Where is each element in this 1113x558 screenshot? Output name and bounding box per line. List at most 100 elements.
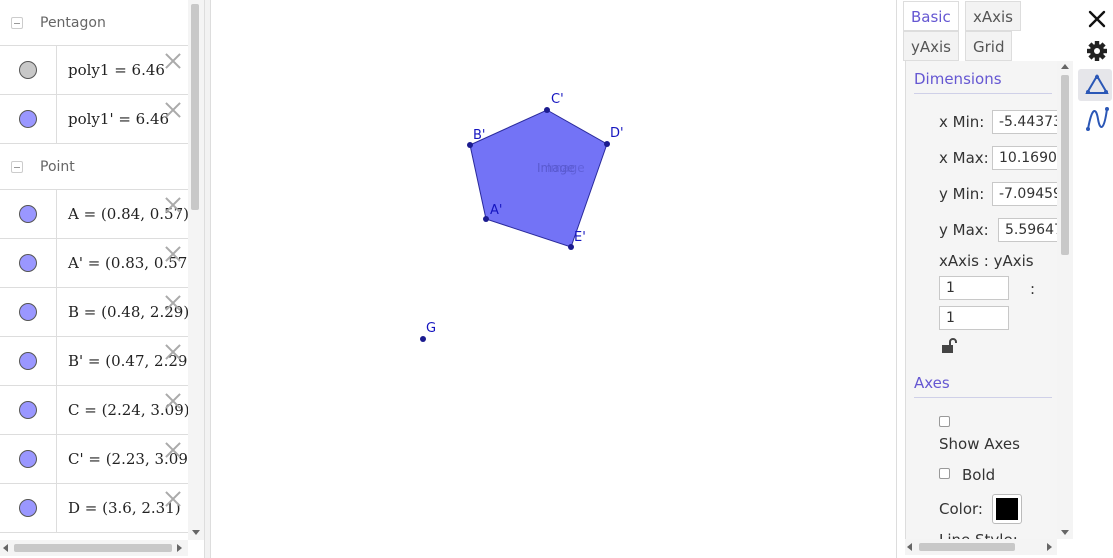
line-style-label: Line Style: bbox=[939, 531, 1018, 539]
scrollbar-thumb[interactable] bbox=[191, 4, 199, 210]
group-label: Pentagon bbox=[40, 15, 106, 31]
scroll-right-icon[interactable] bbox=[177, 544, 182, 552]
x-max-label: x Max: bbox=[939, 149, 989, 167]
triangle-icon bbox=[1085, 74, 1109, 94]
x-max-input[interactable]: 10.16901 bbox=[992, 146, 1058, 170]
visibility-toggle[interactable] bbox=[19, 110, 37, 128]
scroll-left-icon[interactable] bbox=[907, 543, 912, 551]
scroll-down-icon[interactable] bbox=[192, 530, 200, 535]
y-min-input[interactable]: -7.09459 bbox=[992, 182, 1058, 206]
list-item[interactable]: poly1' = 6.46 bbox=[0, 95, 188, 144]
delete-icon[interactable] bbox=[164, 245, 182, 263]
algebra-vertical-scrollbar[interactable] bbox=[188, 0, 204, 540]
marker-cell bbox=[0, 46, 57, 94]
bold-label: Bold bbox=[962, 466, 996, 484]
group-header-pentagon[interactable]: Pentagon bbox=[0, 0, 188, 46]
graphics-canvas[interactable]: Image Image A' B' C' D' E' G bbox=[211, 0, 896, 558]
point-label: E' bbox=[574, 230, 586, 245]
graphics-view-button[interactable] bbox=[1078, 69, 1112, 101]
point-c-prime[interactable] bbox=[544, 107, 550, 113]
visibility-toggle[interactable] bbox=[19, 254, 37, 272]
visibility-toggle[interactable] bbox=[19, 450, 37, 468]
visibility-toggle[interactable] bbox=[19, 61, 37, 79]
color-swatch-fill bbox=[996, 498, 1018, 520]
scrollbar-thumb[interactable] bbox=[1061, 75, 1069, 255]
algebra-view: Pentagon poly1 = 6.46 poly1' = 6.46 Poin… bbox=[0, 0, 204, 558]
close-button[interactable] bbox=[1078, 2, 1112, 34]
delete-icon[interactable] bbox=[164, 441, 182, 459]
list-item[interactable]: A = (0.84, 0.57) bbox=[0, 190, 188, 239]
ratio-y-input[interactable]: 1 bbox=[939, 306, 1009, 330]
collapse-icon[interactable] bbox=[11, 17, 23, 29]
scroll-up-icon[interactable] bbox=[1061, 64, 1069, 69]
list-item[interactable]: C = (2.24, 3.09) bbox=[0, 386, 188, 435]
point-label: C' bbox=[551, 92, 564, 107]
list-item[interactable]: B' = (0.47, 2.29) bbox=[0, 337, 188, 386]
list-item[interactable]: D = (3.6, 2.31) bbox=[0, 484, 188, 533]
scroll-right-icon[interactable] bbox=[1047, 543, 1052, 551]
scrollbar-thumb[interactable] bbox=[919, 543, 1015, 551]
visibility-toggle[interactable] bbox=[19, 352, 37, 370]
x-min-input[interactable]: -5.44373 bbox=[992, 110, 1058, 134]
graphics-view[interactable]: Image Image A' B' C' D' E' G bbox=[211, 0, 896, 558]
section-title-dimensions: Dimensions bbox=[914, 70, 1002, 88]
marker-cell bbox=[0, 337, 57, 385]
pentagon-image[interactable] bbox=[469, 109, 608, 248]
delete-icon[interactable] bbox=[164, 392, 182, 410]
section-divider bbox=[914, 93, 1052, 94]
tab-basic[interactable]: Basic bbox=[903, 1, 959, 31]
formula-text[interactable]: poly1' = 6.46 bbox=[68, 110, 169, 128]
visibility-toggle[interactable] bbox=[19, 401, 37, 419]
marker-cell bbox=[0, 190, 57, 238]
scrollbar-thumb[interactable] bbox=[14, 544, 172, 552]
group-header-point[interactable]: Point bbox=[0, 144, 188, 190]
point-g[interactable] bbox=[420, 336, 426, 342]
ratio-x-input[interactable]: 1 bbox=[939, 276, 1009, 300]
section-title-axes: Axes bbox=[914, 374, 950, 392]
tab-xaxis[interactable]: xAxis bbox=[965, 1, 1021, 31]
point-a-prime[interactable] bbox=[483, 216, 489, 222]
show-axes-checkbox[interactable] bbox=[939, 416, 950, 427]
delete-icon[interactable] bbox=[164, 101, 182, 119]
axis-ratio-label: xAxis : yAxis bbox=[939, 252, 1034, 270]
tab-grid[interactable]: Grid bbox=[965, 31, 1013, 61]
settings-button[interactable] bbox=[1078, 35, 1112, 67]
panel-divider[interactable] bbox=[204, 0, 211, 558]
gear-icon bbox=[1087, 41, 1107, 61]
visibility-toggle[interactable] bbox=[19, 205, 37, 223]
delete-icon[interactable] bbox=[164, 196, 182, 214]
ratio-separator: : bbox=[1030, 280, 1036, 298]
formula-text[interactable]: poly1 = 6.46 bbox=[68, 61, 165, 79]
show-axes-label: Show Axes bbox=[939, 435, 1020, 453]
list-item[interactable]: B = (0.48, 2.29) bbox=[0, 288, 188, 337]
list-item[interactable]: C' = (2.23, 3.09) bbox=[0, 435, 188, 484]
visibility-toggle[interactable] bbox=[19, 499, 37, 517]
scroll-left-icon[interactable] bbox=[3, 544, 8, 552]
point-d-prime[interactable] bbox=[604, 141, 610, 147]
y-max-input[interactable]: 5.59647 bbox=[998, 218, 1058, 242]
tab-yaxis[interactable]: yAxis bbox=[903, 31, 959, 61]
scroll-down-icon[interactable] bbox=[1061, 530, 1069, 535]
delete-icon[interactable] bbox=[164, 294, 182, 312]
marker-cell bbox=[0, 484, 57, 532]
delete-icon[interactable] bbox=[164, 52, 182, 70]
collapse-icon[interactable] bbox=[11, 161, 23, 173]
properties-horizontal-scrollbar[interactable] bbox=[905, 539, 1057, 555]
algebra-view-button[interactable] bbox=[1078, 103, 1112, 135]
axis-color-button[interactable] bbox=[992, 494, 1022, 524]
visibility-toggle[interactable] bbox=[19, 303, 37, 321]
unlock-icon[interactable] bbox=[940, 337, 958, 355]
algebra-list: Pentagon poly1 = 6.46 poly1' = 6.46 Poin… bbox=[0, 0, 188, 540]
list-item[interactable]: A' = (0.83, 0.57) bbox=[0, 239, 188, 288]
delete-icon[interactable] bbox=[164, 490, 182, 508]
marker-cell bbox=[0, 95, 57, 143]
algebra-horizontal-scrollbar[interactable] bbox=[0, 540, 188, 556]
y-min-label: y Min: bbox=[939, 185, 985, 203]
bold-checkbox[interactable] bbox=[939, 468, 950, 479]
delete-icon[interactable] bbox=[164, 343, 182, 361]
group-label: Point bbox=[40, 159, 75, 175]
properties-vertical-scrollbar[interactable] bbox=[1057, 61, 1073, 539]
curve-icon bbox=[1086, 107, 1109, 131]
list-item[interactable]: poly1 = 6.46 bbox=[0, 46, 188, 95]
point-label: D' bbox=[610, 126, 624, 141]
